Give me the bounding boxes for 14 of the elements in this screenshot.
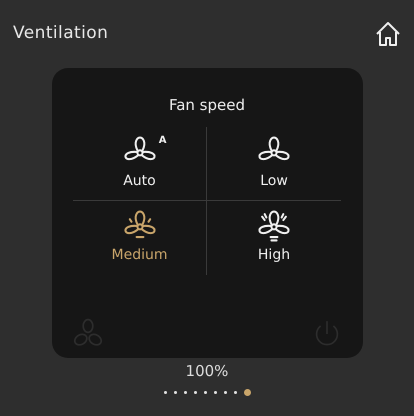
percentage-label: 100% — [186, 361, 228, 382]
fan-speed-option[interactable]: Low — [207, 126, 341, 200]
fan-speed-option[interactable]: High — [207, 200, 341, 274]
option-label: Low — [260, 172, 288, 190]
fan-icon — [257, 209, 291, 243]
option-label: Medium — [112, 246, 168, 265]
popup-title: Fan speed — [168, 95, 246, 116]
option-label: High — [258, 246, 290, 265]
screen-title: Ventilation — [13, 22, 108, 46]
fan-speed-option[interactable]: Medium — [73, 200, 207, 274]
home-icon[interactable] — [375, 21, 401, 47]
auto-letter: A — [158, 134, 166, 148]
option-label: Auto — [123, 172, 156, 190]
fan-speed-option[interactable]: A Auto — [73, 126, 207, 200]
